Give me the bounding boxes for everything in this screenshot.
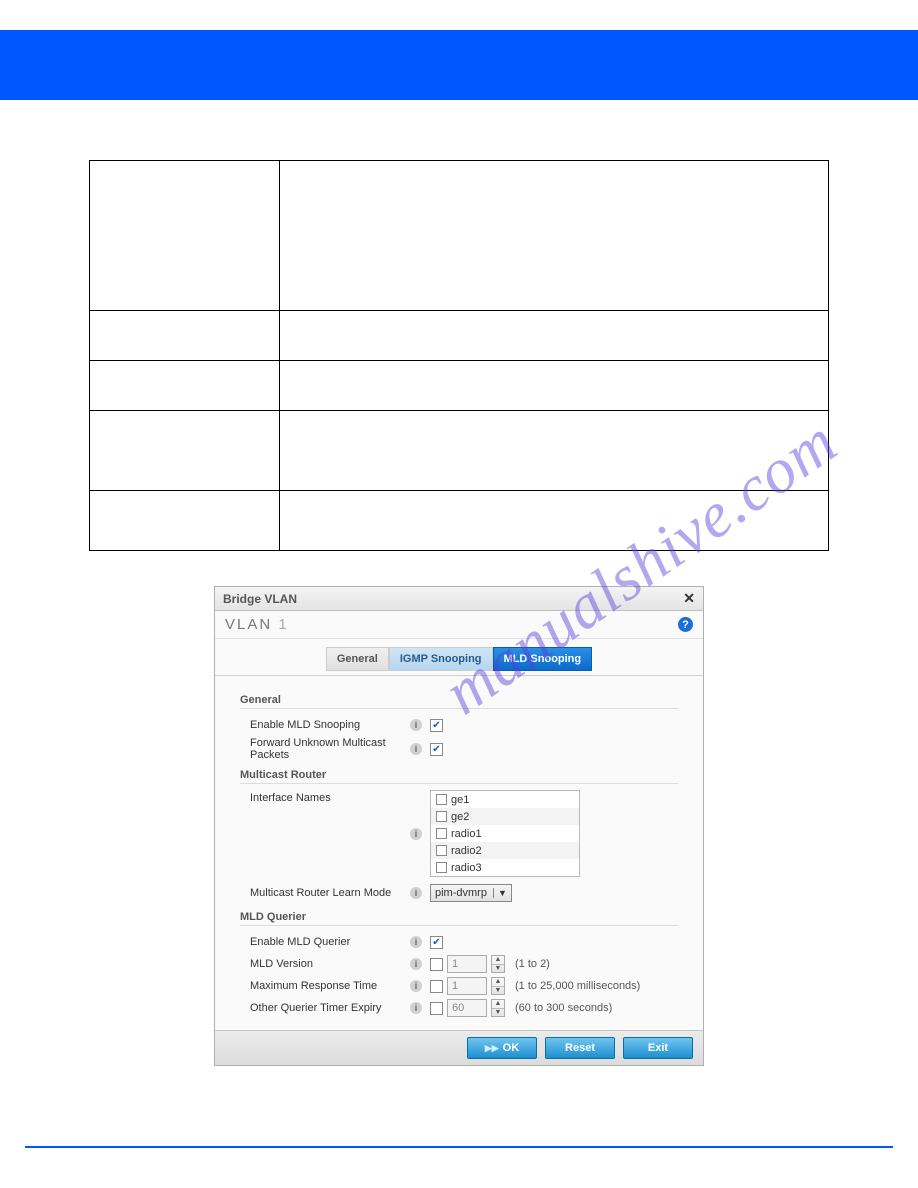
info-icon[interactable]: i — [410, 719, 422, 731]
enable-mld-querier-label: Enable MLD Querier — [240, 936, 410, 948]
dialog-footer: ▶▶ OK Reset Exit — [215, 1030, 703, 1065]
mld-version-hint: (1 to 2) — [515, 958, 550, 970]
other-querier-timer-enable-checkbox[interactable] — [430, 1002, 443, 1015]
list-item[interactable]: ge1 — [431, 791, 579, 808]
other-querier-timer-hint: (60 to 300 seconds) — [515, 1002, 612, 1014]
table-row — [90, 361, 829, 411]
list-item[interactable]: radio2 — [431, 842, 579, 859]
play-icon: ▶▶ — [485, 1043, 499, 1054]
enable-mld-snooping-checkbox[interactable]: ✔ — [430, 719, 443, 732]
subtitle-value: 1 — [278, 616, 288, 633]
subtitle-label: VLAN — [225, 616, 272, 633]
table-row — [90, 161, 829, 311]
list-item-checkbox[interactable] — [436, 811, 447, 822]
close-icon[interactable]: ✕ — [683, 590, 695, 607]
info-icon[interactable]: i — [410, 743, 422, 755]
info-icon[interactable]: i — [410, 958, 422, 970]
tab-mld-snooping[interactable]: MLD Snooping — [493, 647, 593, 671]
info-icon[interactable]: i — [410, 887, 422, 899]
section-general-heading: General — [240, 694, 678, 709]
list-item-checkbox[interactable] — [436, 862, 447, 873]
dialog-title: Bridge VLAN — [223, 592, 297, 606]
enable-mld-querier-checkbox[interactable]: ✔ — [430, 936, 443, 949]
dialog-subtitle: VLAN 1 ? — [215, 611, 703, 639]
info-icon[interactable]: i — [410, 936, 422, 948]
mld-version-input[interactable]: 1 — [447, 955, 487, 973]
ok-button[interactable]: ▶▶ OK — [467, 1037, 537, 1059]
list-item[interactable]: radio1 — [431, 825, 579, 842]
info-icon[interactable]: i — [410, 980, 422, 992]
section-mld-querier-heading: MLD Querier — [240, 911, 678, 926]
exit-button[interactable]: Exit — [623, 1037, 693, 1059]
other-querier-timer-stepper[interactable]: ▲▼ — [491, 999, 505, 1017]
list-item-checkbox[interactable] — [436, 828, 447, 839]
other-querier-timer-label: Other Querier Timer Expiry — [240, 1002, 410, 1014]
multicast-router-learn-mode-dropdown[interactable]: pim-dvmrp ▼ — [430, 884, 512, 902]
bridge-vlan-dialog: Bridge VLAN ✕ VLAN 1 ? General IGMP Snoo… — [214, 586, 704, 1066]
mld-version-label: MLD Version — [240, 958, 410, 970]
chevron-down-icon: ▼ — [493, 888, 507, 898]
forward-unknown-multicast-label: Forward Unknown Multicast Packets — [240, 737, 410, 761]
list-item-checkbox[interactable] — [436, 845, 447, 856]
definitions-table — [89, 160, 829, 551]
enable-mld-snooping-label: Enable MLD Snooping — [240, 719, 410, 731]
forward-unknown-multicast-checkbox[interactable]: ✔ — [430, 743, 443, 756]
tabs: General IGMP Snooping MLD Snooping — [215, 639, 703, 676]
mld-version-stepper[interactable]: ▲▼ — [491, 955, 505, 973]
dialog-body: General Enable MLD Snooping i ✔ Forward … — [215, 676, 703, 1030]
max-response-time-input[interactable]: 1 — [447, 977, 487, 995]
other-querier-timer-input[interactable]: 60 — [447, 999, 487, 1017]
tab-general[interactable]: General — [326, 647, 389, 671]
table-row — [90, 491, 829, 551]
reset-button[interactable]: Reset — [545, 1037, 615, 1059]
tab-igmp-snooping[interactable]: IGMP Snooping — [389, 647, 493, 671]
page-header-banner — [0, 30, 918, 100]
max-response-time-label: Maximum Response Time — [240, 980, 410, 992]
list-item[interactable]: ge2 — [431, 808, 579, 825]
max-response-time-enable-checkbox[interactable] — [430, 980, 443, 993]
list-item[interactable]: radio3 — [431, 859, 579, 876]
max-response-time-hint: (1 to 25,000 milliseconds) — [515, 980, 640, 992]
mld-version-enable-checkbox[interactable] — [430, 958, 443, 971]
interface-names-listbox[interactable]: ge1 ge2 radio1 radio2 radio3 — [430, 790, 580, 877]
table-row — [90, 311, 829, 361]
info-icon[interactable]: i — [410, 828, 422, 840]
multicast-router-learn-mode-label: Multicast Router Learn Mode — [240, 887, 410, 899]
info-icon[interactable]: i — [410, 1002, 422, 1014]
list-item-checkbox[interactable] — [436, 794, 447, 805]
interface-names-label: Interface Names — [240, 790, 410, 804]
dialog-titlebar: Bridge VLAN ✕ — [215, 587, 703, 611]
help-icon[interactable]: ? — [678, 617, 693, 632]
table-row — [90, 411, 829, 491]
page-footer-rule — [25, 1146, 893, 1148]
section-multicast-router-heading: Multicast Router — [240, 769, 678, 784]
max-response-time-stepper[interactable]: ▲▼ — [491, 977, 505, 995]
